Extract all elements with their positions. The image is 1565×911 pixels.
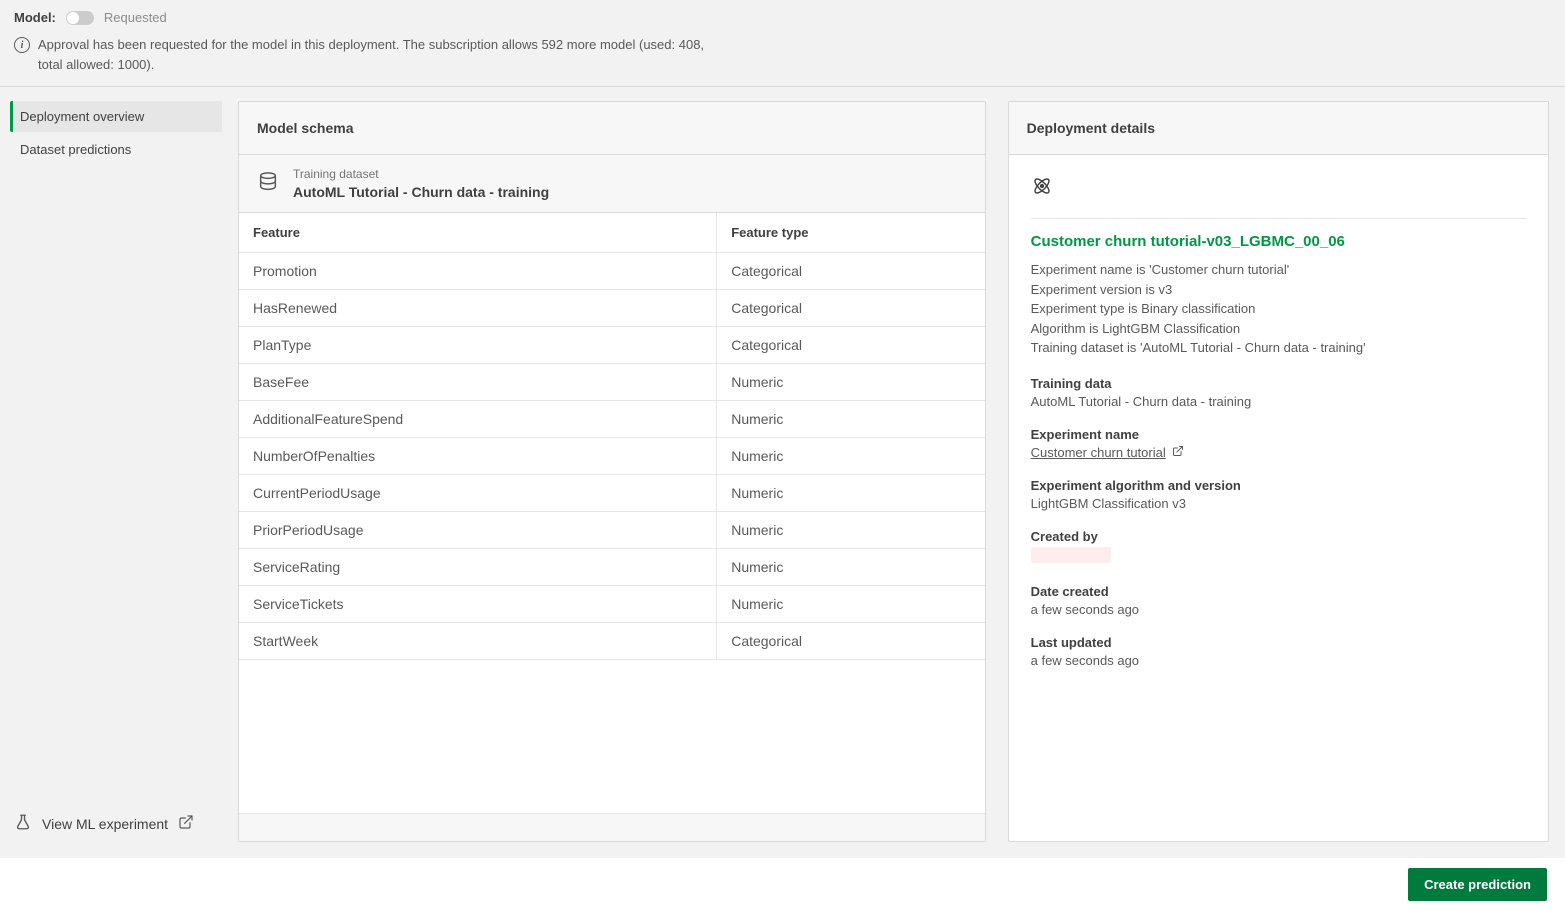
training-dataset-name: AutoML Tutorial - Churn data - training <box>293 184 549 200</box>
feature-name: ServiceRating <box>239 549 716 585</box>
feature-name: Promotion <box>239 253 716 289</box>
algorithm-key: Experiment algorithm and version <box>1031 478 1526 493</box>
schema-table-footer <box>239 813 985 841</box>
feature-type: Categorical <box>716 253 984 289</box>
date-created-value: a few seconds ago <box>1031 602 1526 617</box>
feature-type: Numeric <box>716 438 984 474</box>
training-data-block: Training data AutoML Tutorial - Churn da… <box>1031 376 1526 409</box>
sidebar-footer: View ML experiment <box>10 803 222 844</box>
table-row: HasRenewedCategorical <box>239 290 985 327</box>
feature-type: Categorical <box>716 327 984 363</box>
column-feature: Feature <box>239 213 716 252</box>
separator <box>1031 218 1526 219</box>
schema-subheader: Training dataset AutoML Tutorial - Churn… <box>239 155 985 213</box>
view-ml-experiment-label: View ML experiment <box>42 816 168 832</box>
table-row: BaseFeeNumeric <box>239 364 985 401</box>
flask-icon <box>14 813 32 834</box>
table-row: CurrentPeriodUsageNumeric <box>239 475 985 512</box>
create-prediction-button[interactable]: Create prediction <box>1408 868 1547 901</box>
table-row: PriorPeriodUsageNumeric <box>239 512 985 549</box>
feature-type: Numeric <box>716 475 984 511</box>
external-link-icon <box>178 814 194 833</box>
table-row: StartWeekCategorical <box>239 623 985 660</box>
external-link-icon <box>1172 445 1184 460</box>
table-row: NumberOfPenaltiesNumeric <box>239 438 985 475</box>
table-row: ServiceRatingNumeric <box>239 549 985 586</box>
schema-table: Feature Feature type PromotionCategorica… <box>239 213 985 841</box>
model-status-row: Model: Requested <box>14 10 1551 25</box>
details-body: Customer churn tutorial-v03_LGBMC_00_06 … <box>1009 155 1548 688</box>
feature-type: Numeric <box>716 549 984 585</box>
info-row: i Approval has been requested for the mo… <box>14 35 1551 74</box>
feature-type: Categorical <box>716 290 984 326</box>
view-ml-experiment-link[interactable]: View ML experiment <box>14 813 218 834</box>
created-by-block: Created by <box>1031 529 1526 566</box>
table-row: ServiceTicketsNumeric <box>239 586 985 623</box>
feature-type: Categorical <box>716 623 984 659</box>
main-content: Model schema Training dataset AutoML Tut… <box>232 87 1565 858</box>
details-panel-title: Deployment details <box>1009 102 1548 155</box>
feature-type: Numeric <box>716 364 984 400</box>
last-updated-value: a few seconds ago <box>1031 653 1526 668</box>
model-label: Model: <box>14 10 56 25</box>
experiment-name-value: Customer churn tutorial <box>1031 445 1166 460</box>
feature-name: HasRenewed <box>239 290 716 326</box>
model-schema-panel: Model schema Training dataset AutoML Tut… <box>238 101 986 842</box>
body-area: Deployment overviewDataset predictions V… <box>0 87 1565 858</box>
feature-name: CurrentPeriodUsage <box>239 475 716 511</box>
feature-name: PriorPeriodUsage <box>239 512 716 548</box>
table-row: PromotionCategorical <box>239 253 985 290</box>
created-by-key: Created by <box>1031 529 1526 544</box>
page-footer: Create prediction <box>0 858 1565 911</box>
created-by-value <box>1031 547 1526 566</box>
deployment-details-panel: Deployment details Customer churn tutori… <box>1008 101 1549 842</box>
table-row: AdditionalFeatureSpendNumeric <box>239 401 985 438</box>
feature-name: AdditionalFeatureSpend <box>239 401 716 437</box>
experiment-name-key: Experiment name <box>1031 427 1526 442</box>
info-message: Approval has been requested for the mode… <box>38 35 718 74</box>
model-status-text: Requested <box>104 10 167 25</box>
schema-panel-title: Model schema <box>239 102 985 155</box>
description-line: Training dataset is 'AutoML Tutorial - C… <box>1031 338 1526 358</box>
column-feature-type: Feature type <box>716 213 984 252</box>
date-created-key: Date created <box>1031 584 1526 599</box>
database-icon <box>257 171 277 196</box>
description-line: Algorithm is LightGBM Classification <box>1031 319 1526 339</box>
training-data-value: AutoML Tutorial - Churn data - training <box>1031 394 1526 409</box>
description-line: Experiment name is 'Customer churn tutor… <box>1031 260 1526 280</box>
description-line: Experiment type is Binary classification <box>1031 299 1526 319</box>
page-header: Model: Requested i Approval has been req… <box>0 0 1565 87</box>
model-approval-toggle[interactable] <box>66 11 94 25</box>
atom-icon <box>1031 175 1526 200</box>
algorithm-value: LightGBM Classification v3 <box>1031 496 1526 511</box>
model-title: Customer churn tutorial-v03_LGBMC_00_06 <box>1031 233 1526 250</box>
info-icon: i <box>14 37 30 53</box>
feature-name: ServiceTickets <box>239 586 716 622</box>
experiment-name-link[interactable]: Customer churn tutorial <box>1031 445 1184 460</box>
sidebar: Deployment overviewDataset predictions V… <box>0 87 232 858</box>
feature-type: Numeric <box>716 512 984 548</box>
schema-table-header: Feature Feature type <box>239 213 985 253</box>
model-description: Experiment name is 'Customer churn tutor… <box>1031 260 1526 358</box>
feature-name: BaseFee <box>239 364 716 400</box>
feature-type: Numeric <box>716 401 984 437</box>
sidebar-nav: Deployment overviewDataset predictions <box>10 101 222 803</box>
feature-name: StartWeek <box>239 623 716 659</box>
training-data-key: Training data <box>1031 376 1526 391</box>
feature-type: Numeric <box>716 586 984 622</box>
sidebar-item-dataset-predictions[interactable]: Dataset predictions <box>10 134 222 165</box>
sidebar-item-deployment-overview[interactable]: Deployment overview <box>10 101 222 132</box>
last-updated-block: Last updated a few seconds ago <box>1031 635 1526 668</box>
description-line: Experiment version is v3 <box>1031 280 1526 300</box>
training-dataset-label: Training dataset <box>293 167 549 181</box>
date-created-block: Date created a few seconds ago <box>1031 584 1526 617</box>
last-updated-key: Last updated <box>1031 635 1526 650</box>
experiment-name-block: Experiment name Customer churn tutorial <box>1031 427 1526 460</box>
feature-name: PlanType <box>239 327 716 363</box>
table-row: PlanTypeCategorical <box>239 327 985 364</box>
algorithm-block: Experiment algorithm and version LightGB… <box>1031 478 1526 511</box>
feature-name: NumberOfPenalties <box>239 438 716 474</box>
